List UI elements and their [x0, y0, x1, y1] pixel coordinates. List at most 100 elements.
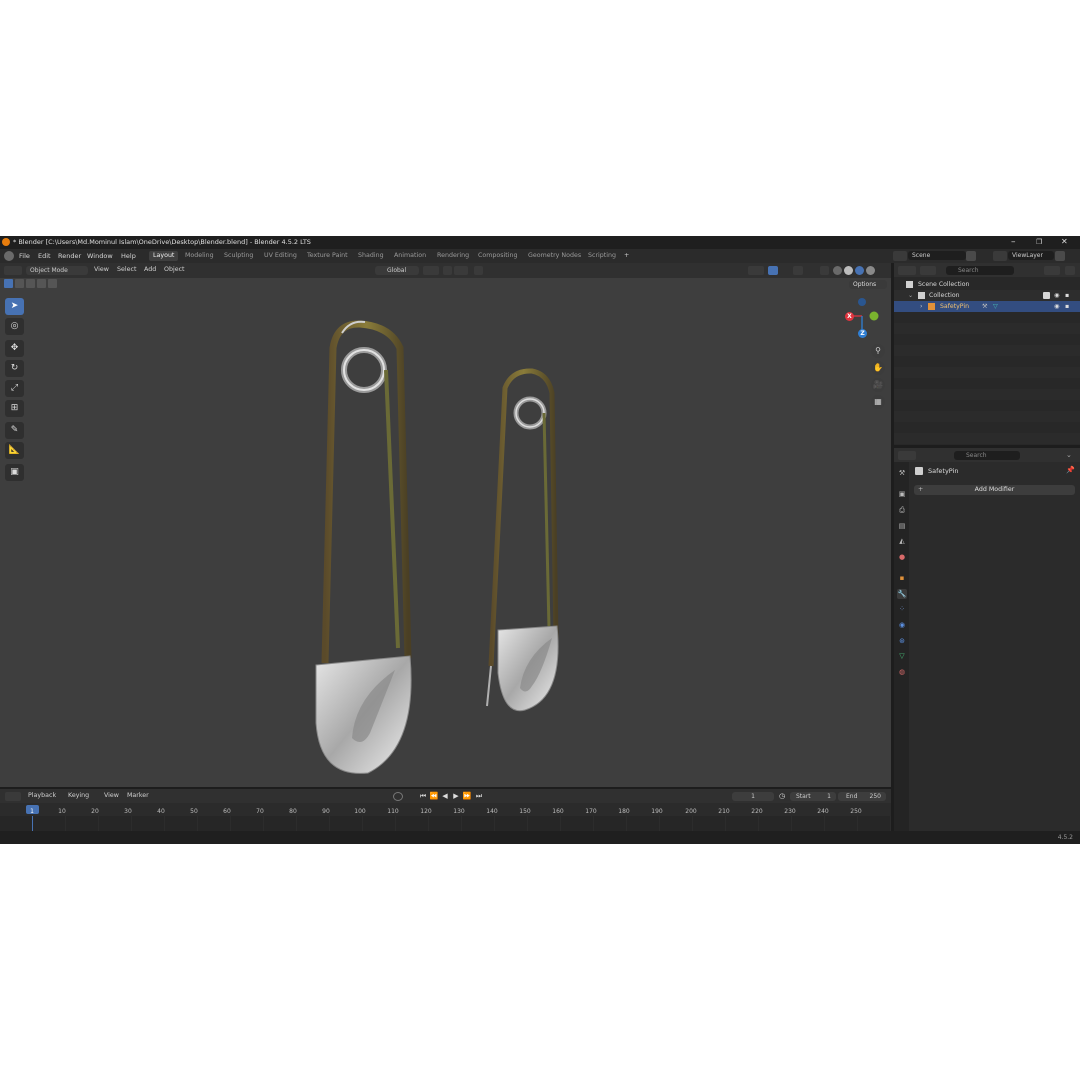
- view-layer-icon[interactable]: [993, 251, 1007, 261]
- add-modifier-button[interactable]: + Add Modifier: [914, 485, 1075, 495]
- tab-modeling[interactable]: Modeling: [181, 251, 218, 261]
- eye-icon[interactable]: ◉: [1054, 290, 1059, 301]
- tab-compositing[interactable]: Compositing: [474, 251, 521, 261]
- end-frame-field[interactable]: End 250: [838, 792, 886, 801]
- rendered-shading-icon[interactable]: [866, 266, 875, 275]
- gizmo-toggle-icon[interactable]: [768, 266, 778, 275]
- transform-orientation-selector[interactable]: Global: [375, 266, 419, 275]
- timeline-menu-keying[interactable]: Keying: [68, 792, 89, 799]
- object-camera-icon[interactable]: ▪: [1065, 301, 1069, 312]
- minimize-button[interactable]: –: [1011, 237, 1016, 247]
- add-icon: +: [918, 486, 924, 493]
- timeline-menu-view[interactable]: View: [104, 792, 119, 799]
- outliner-row-scene-collection[interactable]: Scene Collection: [894, 279, 1080, 290]
- viewport-menu-add[interactable]: Add: [144, 266, 156, 273]
- close-button[interactable]: ✕: [1061, 237, 1068, 246]
- scene-selector[interactable]: Scene: [908, 251, 966, 260]
- tab-shading[interactable]: Shading: [354, 251, 388, 261]
- timeline-track-area[interactable]: [0, 816, 891, 831]
- modifier-properties-icon[interactable]: 🔧: [897, 589, 907, 599]
- new-collection-icon[interactable]: [1065, 266, 1075, 275]
- viewport-menu-select[interactable]: Select: [117, 266, 136, 273]
- view-layer-properties-icon[interactable]: ▤: [897, 521, 907, 531]
- tab-rendering[interactable]: Rendering: [433, 251, 473, 261]
- properties-search-input[interactable]: Search: [954, 451, 1020, 460]
- camera-icon[interactable]: ▪: [1065, 290, 1069, 301]
- outliner-editor-type-icon[interactable]: [898, 266, 916, 275]
- overlays-icon[interactable]: [793, 266, 803, 275]
- xray-icon[interactable]: [820, 266, 829, 275]
- menu-window[interactable]: Window: [87, 252, 113, 260]
- object-eye-icon[interactable]: ◉: [1054, 301, 1059, 312]
- timeline-menu-playback[interactable]: Playback: [28, 792, 56, 799]
- tick-label: 240: [817, 808, 829, 815]
- editor-type-icon[interactable]: [4, 266, 22, 275]
- play-reverse-icon[interactable]: ◀: [440, 792, 450, 801]
- blender-menu-icon[interactable]: [4, 251, 14, 261]
- pivot-point-icon[interactable]: [423, 266, 439, 275]
- tab-animation[interactable]: Animation: [390, 251, 430, 261]
- view-layer-selector[interactable]: ViewLayer: [1008, 251, 1054, 260]
- snap-icon[interactable]: [443, 266, 452, 275]
- timeline-menu-marker[interactable]: Marker: [127, 792, 149, 799]
- tab-sculpting[interactable]: Sculpting: [220, 251, 257, 261]
- tab-scripting[interactable]: Scripting: [584, 251, 620, 261]
- menu-file[interactable]: File: [19, 252, 30, 260]
- outliner-row-safetypin[interactable]: › SafetyPin ⚒ ▽ ◉ ▪: [894, 301, 1080, 312]
- proportional-editing-icon[interactable]: [474, 266, 483, 275]
- collection-checkbox-icon[interactable]: [1043, 292, 1050, 299]
- material-properties-icon[interactable]: ◍: [897, 667, 907, 677]
- pin-icon[interactable]: 📌: [1066, 466, 1075, 474]
- tab-geometry-nodes[interactable]: Geometry Nodes: [524, 251, 585, 261]
- mode-selector[interactable]: Object Mode: [26, 266, 88, 275]
- maximize-button[interactable]: ❐: [1036, 238, 1042, 246]
- modifier-wrench-icon[interactable]: ⚒: [982, 301, 988, 312]
- visibility-icon[interactable]: [748, 266, 764, 275]
- jump-end-icon[interactable]: ⏭: [474, 792, 484, 801]
- 3d-viewport[interactable]: ➤ ◎ ✥ ↻ ⤢ ⊞ ✎ 📐 ▣ Options X Z Y ⚲ ✋ 🎥 ▦: [0, 278, 891, 787]
- prev-keyframe-icon[interactable]: ⏪: [429, 792, 439, 801]
- world-properties-icon[interactable]: ●: [897, 552, 907, 562]
- auto-keying-icon[interactable]: [393, 792, 403, 801]
- display-mode-icon[interactable]: [920, 266, 936, 275]
- scene-properties-icon[interactable]: ◭: [897, 536, 907, 546]
- solid-shading-icon[interactable]: [844, 266, 853, 275]
- add-workspace-button[interactable]: +: [620, 251, 633, 261]
- properties-editor-type-icon[interactable]: [898, 451, 916, 460]
- wireframe-shading-icon[interactable]: [833, 266, 842, 275]
- mesh-data-icon[interactable]: ▽: [993, 301, 998, 312]
- outliner-row-collection[interactable]: ⌄ Collection ◉ ▪: [894, 290, 1080, 301]
- menu-render[interactable]: Render: [58, 252, 81, 260]
- timeline-editor-type-icon[interactable]: [5, 792, 21, 801]
- output-properties-icon[interactable]: ⎙: [897, 505, 907, 515]
- snap-target-icon[interactable]: [454, 266, 468, 275]
- object-properties-icon[interactable]: ▪: [897, 573, 907, 583]
- filter-icon[interactable]: [1044, 266, 1060, 275]
- start-frame-field[interactable]: Start 1: [790, 792, 836, 801]
- viewport-menu-object[interactable]: Object: [164, 266, 185, 273]
- next-keyframe-icon[interactable]: ⏩: [462, 792, 472, 801]
- new-view-layer-icon[interactable]: [1055, 251, 1065, 261]
- tab-texture-paint[interactable]: Texture Paint: [303, 251, 352, 261]
- new-scene-icon[interactable]: [966, 251, 976, 261]
- menu-help[interactable]: Help: [121, 252, 136, 260]
- physics-properties-icon[interactable]: ◉: [897, 620, 907, 630]
- particles-properties-icon[interactable]: ⁘: [897, 604, 907, 614]
- scene-icon[interactable]: [893, 251, 907, 261]
- menu-edit[interactable]: Edit: [38, 252, 51, 260]
- tool-properties-icon[interactable]: ⚒: [897, 468, 907, 478]
- jump-start-icon[interactable]: ⏮: [418, 792, 428, 801]
- tab-uv-editing[interactable]: UV Editing: [260, 251, 301, 261]
- collection-expand-icon[interactable]: ⌄: [908, 290, 913, 301]
- tab-layout[interactable]: Layout: [149, 251, 179, 261]
- play-icon[interactable]: ▶: [451, 792, 461, 801]
- current-frame-field[interactable]: 1: [732, 792, 774, 801]
- constraints-properties-icon[interactable]: ⊛: [897, 636, 907, 646]
- material-preview-shading-icon[interactable]: [855, 266, 864, 275]
- viewport-menu-view[interactable]: View: [94, 266, 109, 273]
- properties-options-chevron-icon[interactable]: ⌄: [1066, 451, 1075, 460]
- data-properties-icon[interactable]: ▽: [897, 651, 907, 661]
- outliner-search-input[interactable]: Search: [946, 266, 1014, 275]
- render-properties-icon[interactable]: ▣: [897, 489, 907, 499]
- object-expand-icon[interactable]: ›: [920, 301, 922, 312]
